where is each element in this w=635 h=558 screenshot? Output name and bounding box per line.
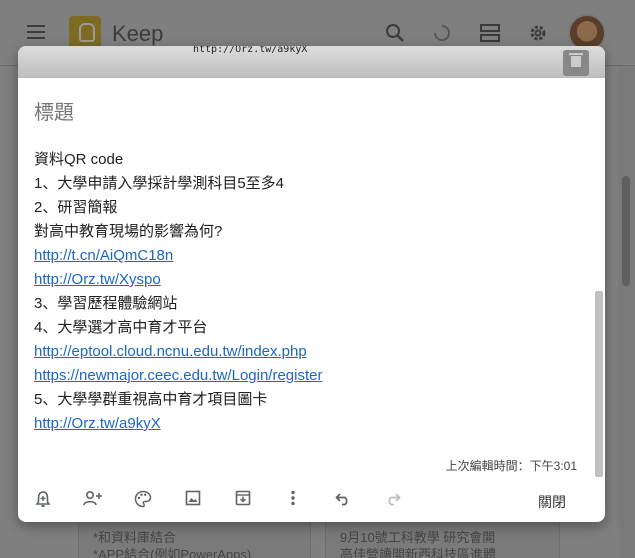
- note-line: 3、學習歷程體驗網站: [34, 295, 178, 312]
- note-line: 1、大學申請入學採計學測科目5至多4: [34, 175, 285, 192]
- note-link[interactable]: https://newmajor.ceec.edu.tw/Login/regis…: [34, 364, 574, 388]
- search-icon[interactable]: [384, 22, 406, 44]
- note-editor-dialog: http://Orz.tw/a9kyX 標題 資料QR code 1、大學申請入…: [18, 46, 605, 522]
- page-scrollbar[interactable]: [618, 66, 635, 558]
- note-link[interactable]: http://eptool.cloud.ncnu.edu.tw/index.ph…: [34, 340, 574, 364]
- image-caption: http://Orz.tw/a9kyX: [193, 46, 308, 55]
- note-line: 高佳營讀開新西科技區進體: [340, 547, 497, 558]
- scrollbar-thumb[interactable]: [622, 176, 630, 286]
- bell-plus-icon[interactable]: [31, 490, 55, 514]
- note-line: 2、研習簡報: [34, 199, 118, 216]
- note-line: 5、大學學群重視高中育才項目圖卡: [34, 391, 268, 408]
- redo-icon[interactable]: [381, 490, 405, 514]
- more-vert-icon[interactable]: [281, 490, 305, 514]
- archive-icon[interactable]: [231, 490, 255, 514]
- last-edited-time: 上次編輯時間：下午3:01: [445, 459, 577, 473]
- undo-icon[interactable]: [331, 490, 355, 514]
- close-button[interactable]: 關閉: [538, 492, 566, 512]
- app-title: Keep: [112, 21, 164, 46]
- note-image[interactable]: http://Orz.tw/a9kyX: [18, 46, 605, 78]
- refresh-icon[interactable]: [431, 22, 453, 44]
- note-title-input[interactable]: 標題: [34, 96, 74, 125]
- note-link[interactable]: http://t.cn/AiQmC18n: [34, 244, 574, 268]
- dialog-scrollbar-thumb[interactable]: [595, 291, 603, 477]
- gear-icon[interactable]: [527, 22, 549, 44]
- note-toolbar: 關閉: [18, 482, 605, 522]
- keep-logo: [69, 16, 101, 50]
- note-link[interactable]: http://Orz.tw/Xyspo: [34, 268, 574, 292]
- palette-icon[interactable]: [131, 490, 155, 514]
- note-body[interactable]: 資料QR code 1、大學申請入學採計學測科目5至多4 2、研習簡報 對高中教…: [34, 148, 574, 436]
- menu-icon[interactable]: [24, 22, 48, 42]
- note-link[interactable]: http://Orz.tw/a9kyX: [34, 412, 574, 436]
- note-line: *APP結合(例如PowerApps): [93, 547, 252, 558]
- person-add-icon[interactable]: [81, 490, 105, 514]
- image-icon[interactable]: [181, 490, 205, 514]
- delete-image-icon[interactable]: [563, 50, 589, 76]
- note-line: 資料QR code: [34, 151, 124, 168]
- note-line: 對高中教育現場的影響為何?: [34, 223, 223, 240]
- list-view-icon[interactable]: [479, 22, 501, 44]
- note-line: 4、大學選才高中育才平台: [34, 319, 208, 336]
